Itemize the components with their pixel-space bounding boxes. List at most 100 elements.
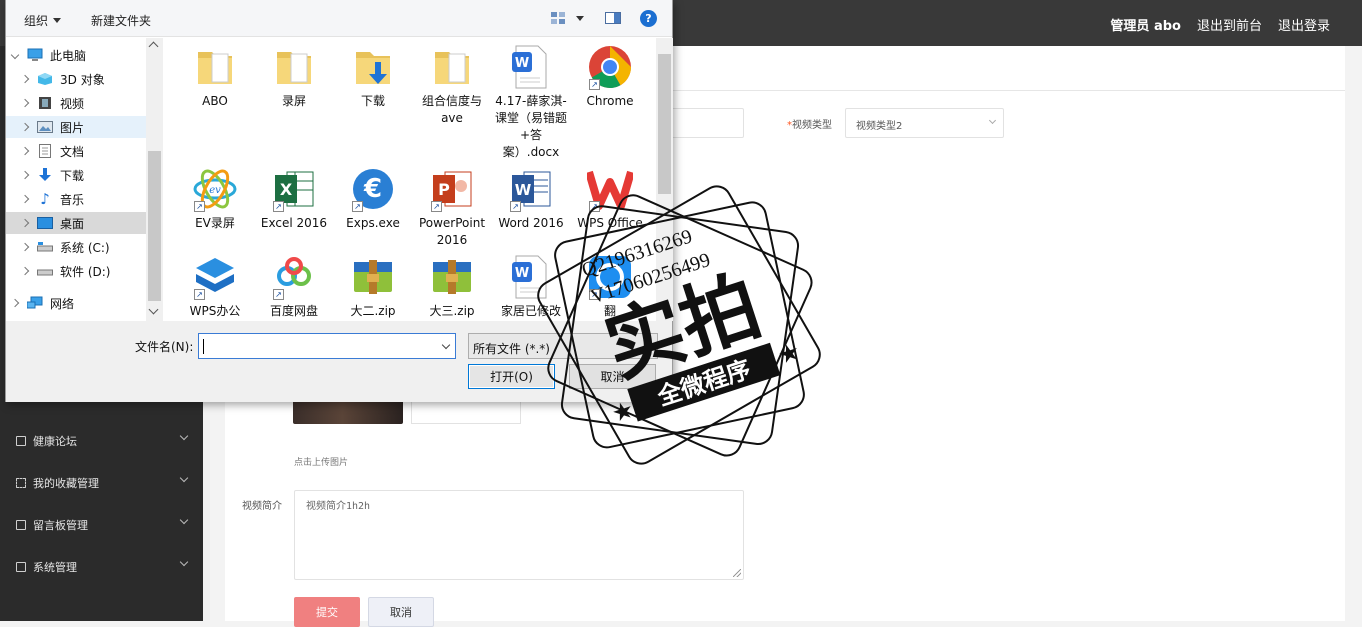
folder-icon xyxy=(429,44,475,90)
nav-music[interactable]: ♪ 音乐 xyxy=(6,188,146,210)
svg-text:W: W xyxy=(515,181,532,199)
nav-documents[interactable]: 文档 xyxy=(6,140,146,162)
file-item[interactable]: ev ↗ EV录屏 xyxy=(176,160,254,232)
chevron-right-icon[interactable] xyxy=(20,146,30,156)
scroll-up-icon[interactable] xyxy=(148,41,159,52)
chevron-right-icon[interactable] xyxy=(20,266,30,276)
video-type-select[interactable]: 视频类型2 xyxy=(845,108,1004,138)
sidebar-item-favorites[interactable]: 我的收藏管理 xyxy=(16,473,191,493)
file-item[interactable]: 录屏 xyxy=(255,38,333,110)
chevron-down-icon xyxy=(988,116,997,125)
file-item[interactable]: W 家居已修改 xyxy=(492,248,570,320)
nav-scrollbar[interactable] xyxy=(146,38,163,321)
file-item[interactable]: ↗ WPS Office xyxy=(571,160,649,232)
help-icon[interactable]: ? xyxy=(640,10,657,27)
file-item[interactable]: 大二.zip xyxy=(334,248,412,320)
intro-textarea[interactable]: 视频简介1h2h xyxy=(294,490,744,580)
chevron-right-icon[interactable] xyxy=(20,98,30,108)
nav-3d-objects[interactable]: 3D 对象 xyxy=(6,68,146,90)
nav-videos[interactable]: 视频 xyxy=(6,92,146,114)
file-label: 大二.zip xyxy=(350,304,396,318)
partial-input[interactable] xyxy=(667,108,744,138)
wps-doc-icon: W xyxy=(508,254,554,300)
sidebar-item-system[interactable]: 系统管理 xyxy=(16,557,191,577)
shortcut-arrow-icon: ↗ xyxy=(431,201,442,212)
zip-icon xyxy=(429,254,475,300)
chevron-right-icon[interactable] xyxy=(20,122,30,132)
file-label: 录屏 xyxy=(281,94,306,108)
view-mode-icon[interactable] xyxy=(551,12,565,24)
svg-text:W: W xyxy=(515,56,529,71)
admin-user-label[interactable]: 管理员 abo xyxy=(1110,15,1181,34)
file-item[interactable]: X ↗ Excel 2016 xyxy=(255,160,333,232)
nav-pictures[interactable]: 图片 xyxy=(6,116,146,138)
sidebar-item-messages[interactable]: 留言板管理 xyxy=(16,515,191,535)
file-item[interactable]: ↗ WPS办公 xyxy=(176,248,254,320)
file-item[interactable]: 下载 xyxy=(334,38,412,110)
file-item[interactable]: € ↗ Exps.exe xyxy=(334,160,412,232)
nav-this-pc[interactable]: 此电脑 xyxy=(6,44,146,66)
nav-drive-d[interactable]: 软件 (D:) xyxy=(6,260,146,282)
monitor-icon xyxy=(16,520,26,530)
sidebar-item-forum[interactable]: 健康论坛 xyxy=(16,431,191,451)
scroll-down-icon[interactable] xyxy=(148,304,159,315)
nav-drive-c[interactable]: 系统 (C:) xyxy=(6,236,146,258)
submit-button[interactable]: 提交 xyxy=(294,597,360,627)
svg-text:€: € xyxy=(363,174,382,204)
nav-network[interactable]: 网络 xyxy=(6,292,146,314)
chevron-down-icon xyxy=(53,18,62,23)
shortcut-arrow-icon: ↗ xyxy=(194,289,205,300)
svg-text:P: P xyxy=(438,180,450,199)
file-item[interactable]: ↗ 百度网盘 xyxy=(255,248,333,320)
file-scrollbar[interactable] xyxy=(656,38,673,321)
file-item[interactable]: P ↗ PowerPoint 2016 xyxy=(413,160,491,249)
file-label: Excel 2016 xyxy=(260,216,328,230)
file-label: 翻 xyxy=(603,304,616,318)
chevron-right-icon[interactable] xyxy=(20,170,30,180)
resize-grip-icon[interactable] xyxy=(733,569,741,577)
sidebar-item-label: 系统管理 xyxy=(33,561,77,574)
chevron-right-icon[interactable] xyxy=(20,74,30,84)
exit-to-front-link[interactable]: 退出到前台 xyxy=(1197,15,1262,34)
chevron-down-icon[interactable] xyxy=(441,340,451,350)
chevron-right-icon[interactable] xyxy=(20,242,30,252)
filename-input[interactable] xyxy=(198,333,456,359)
nav-scroll-thumb[interactable] xyxy=(148,151,161,301)
ev-icon: ev ↗ xyxy=(192,166,238,212)
cube-icon xyxy=(37,72,53,86)
file-item[interactable]: 大三.zip xyxy=(413,248,491,320)
cancel-button[interactable]: 取消 xyxy=(368,597,434,627)
chevron-right-icon[interactable] xyxy=(20,218,30,228)
chevron-right-icon[interactable] xyxy=(20,194,30,204)
preview-pane-icon[interactable] xyxy=(605,12,621,24)
chevron-down-icon[interactable] xyxy=(576,16,584,21)
app-icon: ↗ xyxy=(587,254,633,300)
file-item[interactable]: ABO xyxy=(176,38,254,110)
chevron-down-icon[interactable] xyxy=(10,50,20,60)
file-item[interactable]: W ↗ Word 2016 xyxy=(492,160,570,232)
organize-button[interactable]: 组织 xyxy=(24,12,62,29)
film-icon xyxy=(37,96,53,110)
filetype-select[interactable]: 所有文件 (*.*) xyxy=(468,333,658,359)
chevron-down-icon xyxy=(179,473,189,483)
chevron-right-icon[interactable] xyxy=(10,298,20,308)
nav-downloads[interactable]: 下载 xyxy=(6,164,146,186)
upload-hint[interactable]: 点击上传图片 xyxy=(294,455,348,468)
file-item[interactable]: ↗ 翻 xyxy=(571,248,649,320)
nav-desktop[interactable]: 桌面 xyxy=(6,212,146,234)
file-item[interactable]: ↗ Chrome xyxy=(571,38,649,110)
dialog-cancel-button[interactable]: 取消 xyxy=(569,364,656,389)
open-button[interactable]: 打开(O) xyxy=(468,364,555,389)
file-label: ABO xyxy=(202,94,228,108)
file-item[interactable]: W 4.17-薛家淇-课堂（易错题+答案）.docx xyxy=(492,38,570,161)
dialog-toolbar: 组织 新建文件夹 ? xyxy=(6,0,672,37)
shortcut-arrow-icon: ↗ xyxy=(352,201,363,212)
file-scroll-thumb[interactable] xyxy=(658,54,671,194)
logout-link[interactable]: 退出登录 xyxy=(1278,15,1330,34)
new-folder-button[interactable]: 新建文件夹 xyxy=(91,12,151,29)
file-label: Chrome xyxy=(586,94,634,108)
frame-icon xyxy=(16,478,26,488)
file-open-dialog: 组织 新建文件夹 ? 此电脑 3D 对象 视频 图片 文档 下载 ♪ 音乐 桌面… xyxy=(5,0,673,402)
download-icon xyxy=(37,168,53,182)
file-item[interactable]: 组合信度与ave xyxy=(413,38,491,127)
